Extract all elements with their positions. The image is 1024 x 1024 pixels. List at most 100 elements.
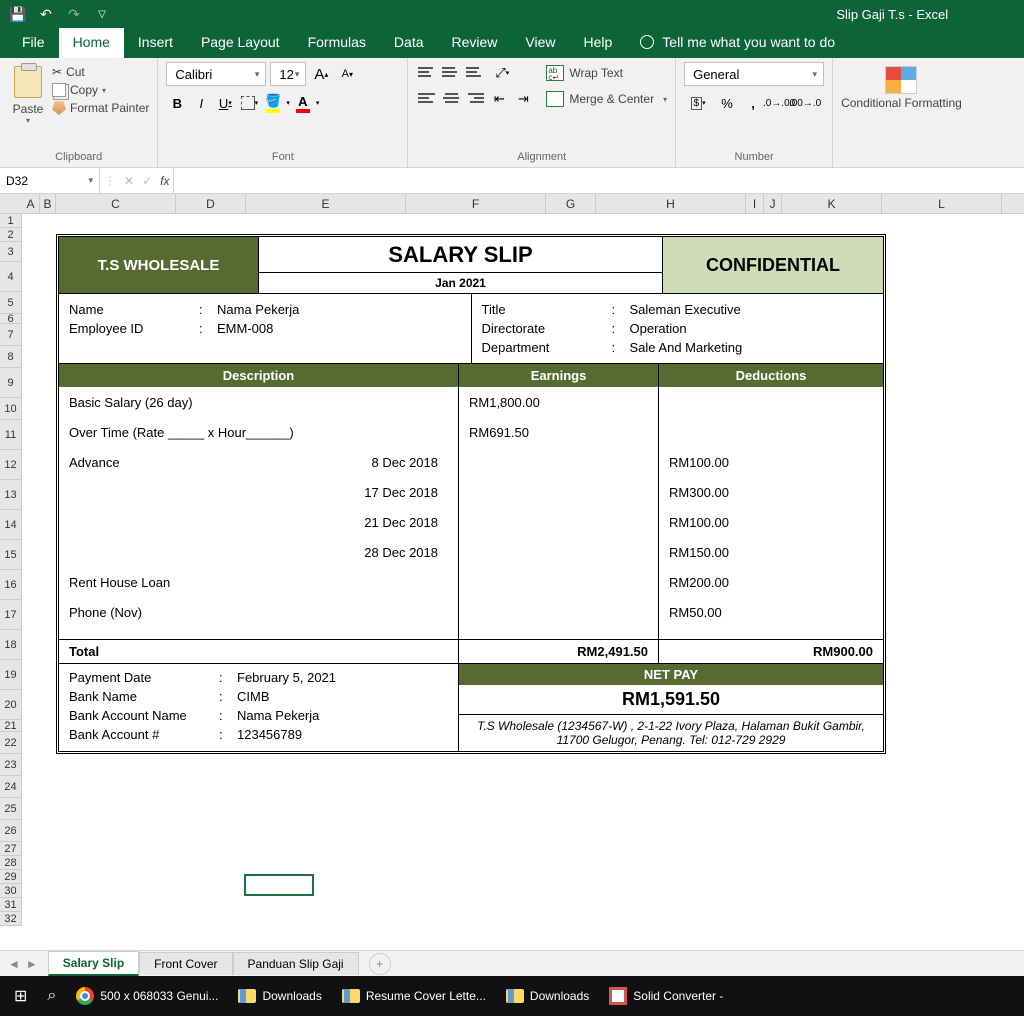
row-header[interactable]: 24 [0,776,21,798]
tab-review[interactable]: Review [438,28,512,58]
row-header[interactable]: 25 [0,798,21,820]
undo-icon[interactable]: ↶ [36,4,56,24]
sheet-nav-next-icon[interactable]: ► [24,957,40,971]
row-header[interactable]: 28 [0,856,21,870]
paste-button[interactable]: Paste ▾ [8,62,48,149]
row-header[interactable]: 19 [0,660,21,690]
tab-view[interactable]: View [511,28,569,58]
row-header[interactable]: 22 [0,732,21,754]
row-header[interactable]: 2 [0,228,21,242]
row-header[interactable]: 4 [0,262,21,292]
format-painter-button[interactable]: Format Painter [52,100,149,116]
number-format-select[interactable]: General▾ [684,62,824,86]
row-header[interactable]: 10 [0,398,21,420]
tab-home[interactable]: Home [59,28,124,58]
row-header[interactable]: 5 [0,292,21,314]
align-middle-button[interactable] [440,62,462,82]
row-header[interactable]: 23 [0,754,21,776]
save-icon[interactable]: 💾 [8,4,28,24]
orientation-button[interactable]: ⤢▾ [488,62,516,84]
row-header[interactable]: 26 [0,820,21,842]
bold-button[interactable]: B [166,92,188,114]
tab-data[interactable]: Data [380,28,438,58]
tab-insert[interactable]: Insert [124,28,187,58]
row-header[interactable]: 6 [0,314,21,324]
row-header[interactable]: 31 [0,898,21,912]
wrap-text-button[interactable]: abc↵Wrap Text [546,62,667,84]
tab-file[interactable]: File [8,28,59,58]
font-name-select[interactable]: Calibri▾ [166,62,266,86]
add-sheet-button[interactable]: + [369,953,391,975]
taskbar-app-resume[interactable]: Resume Cover Lette... [334,980,494,1012]
shrink-font-button[interactable]: A▾ [336,63,358,85]
row-header[interactable]: 14 [0,510,21,540]
decrease-indent-button[interactable]: ⇤ [488,88,510,110]
col-header[interactable]: C [56,194,176,213]
percent-button[interactable]: % [716,92,738,114]
col-header[interactable]: I [746,194,764,213]
col-header[interactable]: A [22,194,40,213]
row-header[interactable]: 7 [0,324,21,346]
column-headers[interactable]: ABCDEFGHIJKL [0,194,1024,214]
grow-font-button[interactable]: A▴ [310,63,332,85]
row-header[interactable]: 18 [0,630,21,660]
col-header[interactable]: K [782,194,882,213]
col-header[interactable]: L [882,194,1002,213]
align-center-button[interactable] [440,88,462,108]
row-headers[interactable]: 1234567891011121314151617181920212223242… [0,214,22,926]
sheet-tab-front-cover[interactable]: Front Cover [139,952,232,975]
row-header[interactable]: 15 [0,540,21,570]
cancel-icon[interactable]: ✕ [124,174,134,188]
row-header[interactable]: 11 [0,420,21,450]
decrease-decimal-button[interactable]: .00→.0 [794,92,816,114]
row-header[interactable]: 17 [0,600,21,630]
sheet-tab-panduan[interactable]: Panduan Slip Gaji [233,952,359,975]
italic-button[interactable]: I [190,92,212,114]
fx-icon[interactable]: fx [160,174,169,188]
row-header[interactable]: 9 [0,368,21,398]
col-header[interactable]: H [596,194,746,213]
row-header[interactable]: 30 [0,884,21,898]
align-left-button[interactable] [416,88,438,108]
start-button[interactable]: ⊞ [6,980,35,1012]
taskbar-app-chrome[interactable]: 500 x 068033 Genui... [68,980,226,1012]
col-header[interactable]: F [406,194,546,213]
underline-button[interactable]: U▾ [214,92,236,114]
tab-page-layout[interactable]: Page Layout [187,28,294,58]
taskbar-app-downloads[interactable]: Downloads [230,980,329,1012]
col-header[interactable]: J [764,194,782,213]
font-color-button[interactable]: A [292,92,314,114]
merge-center-button[interactable]: Merge & Center▾ [546,88,667,110]
search-button[interactable]: ⌕ [39,980,64,1012]
row-header[interactable]: 8 [0,346,21,368]
tell-me-search[interactable]: Tell me what you want to do [626,34,849,58]
conditional-formatting-button[interactable]: Conditional Formatting [841,62,962,110]
name-box[interactable]: D32▾ [0,168,100,193]
col-header[interactable]: D [176,194,246,213]
row-header[interactable]: 12 [0,450,21,480]
col-header[interactable]: G [546,194,596,213]
row-header[interactable]: 1 [0,214,21,228]
tab-help[interactable]: Help [570,28,627,58]
qat-customize-icon[interactable]: ▽ [92,4,112,24]
tab-formulas[interactable]: Formulas [294,28,380,58]
align-top-button[interactable] [416,62,438,82]
row-header[interactable]: 16 [0,570,21,600]
formula-input[interactable] [174,168,1024,193]
borders-button[interactable]: ▾ [238,92,260,114]
sheet-nav-prev-icon[interactable]: ◄ [6,957,22,971]
font-size-select[interactable]: 12▾ [270,62,306,86]
row-header[interactable]: 29 [0,870,21,884]
row-header[interactable]: 20 [0,690,21,720]
align-right-button[interactable] [464,88,486,108]
enter-icon[interactable]: ✓ [142,174,152,188]
accounting-format-button[interactable]: $▾ [684,92,712,114]
copy-button[interactable]: Copy▾ [52,82,149,98]
row-header[interactable]: 32 [0,912,21,926]
col-header[interactable]: E [246,194,406,213]
align-bottom-button[interactable] [464,62,486,82]
redo-icon[interactable]: ↷ [64,4,84,24]
taskbar-app-solid-converter[interactable]: Solid Converter - [601,980,731,1012]
col-header[interactable]: B [40,194,56,213]
cut-button[interactable]: ✂Cut [52,64,149,80]
